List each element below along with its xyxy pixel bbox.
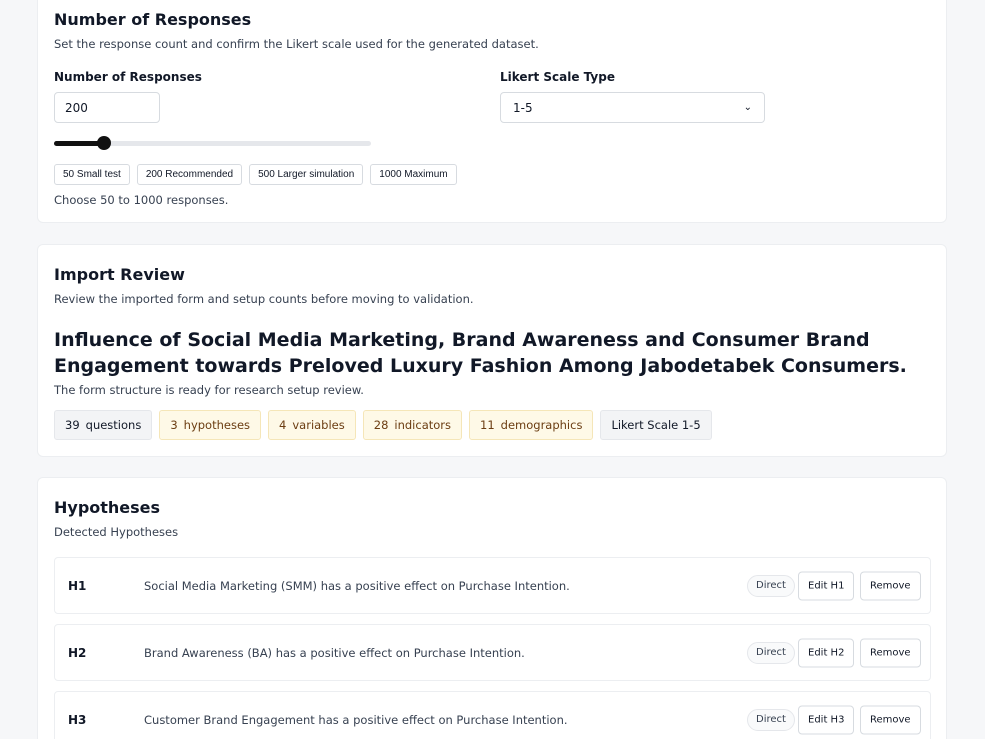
chip-demographics: 11 demographics [469, 410, 594, 440]
responses-card: Number of Responses Set the response cou… [37, 0, 947, 223]
hypothesis-text: Customer Brand Engagement has a positive… [144, 712, 568, 727]
hypothesis-type-badge: Direct [747, 641, 795, 664]
chip-label: questions [85, 418, 142, 432]
hypothesis-id: H3 [68, 712, 87, 727]
edit-h1-button[interactable]: Edit H1 [798, 571, 855, 600]
slider-thumb[interactable] [97, 136, 112, 150]
likert-scale-label: Likert Scale Type [500, 70, 615, 84]
response-count-label: Number of Responses [54, 70, 202, 84]
summary-chips: 39 questions 3 hypotheses 4 variables 28… [54, 410, 712, 440]
import-review-description: Review the imported form and setup count… [54, 292, 474, 306]
import-review-card: Import Review Review the imported form a… [37, 244, 947, 457]
edit-h3-button[interactable]: Edit H3 [798, 705, 855, 734]
chip-count: 39 [65, 418, 80, 432]
chip-label: Likert Scale 1-5 [611, 418, 701, 432]
chip-label: indicators [394, 418, 452, 432]
chip-label: variables [292, 418, 345, 432]
preset-button-200[interactable]: 200 Recommended [136, 164, 243, 185]
form-title: Influence of Social Media Marketing, Bra… [54, 329, 907, 377]
chip-label: demographics [500, 418, 583, 432]
chip-count: 3 [170, 418, 178, 432]
import-review-title: Import Review [54, 265, 185, 284]
chip-label: hypotheses [183, 418, 251, 432]
form-status: The form structure is ready for research… [54, 383, 364, 397]
hypothesis-id: H2 [68, 645, 87, 660]
hypothesis-id: H1 [68, 578, 87, 593]
preset-button-50[interactable]: 50 Small test [54, 164, 130, 185]
hypotheses-title: Hypotheses [54, 498, 161, 517]
chip-variables: 4 variables [268, 410, 356, 440]
remove-h1-button[interactable]: Remove [860, 571, 921, 600]
hypotheses-subtitle: Detected Hypotheses [54, 525, 179, 539]
chip-indicators: 28 indicators [362, 410, 463, 440]
hypothesis-row: H1 Social Media Marketing (SMM) has a po… [54, 557, 931, 614]
remove-h2-button[interactable]: Remove [860, 638, 921, 667]
responses-title: Number of Responses [54, 10, 252, 29]
response-count-slider[interactable] [54, 136, 371, 150]
chip-hypotheses: 3 hypotheses [159, 410, 262, 440]
response-range-hint: Choose 50 to 1000 responses. [54, 193, 229, 207]
response-count-input[interactable] [54, 92, 160, 123]
chip-count: 11 [480, 418, 495, 432]
hypothesis-text: Social Media Marketing (SMM) has a posit… [144, 578, 570, 593]
preset-button-500[interactable]: 500 Larger simulation [249, 164, 364, 185]
preset-button-1000[interactable]: 1000 Maximum [370, 164, 457, 185]
hypothesis-row: H2 Brand Awareness (BA) has a positive e… [54, 624, 931, 681]
hypotheses-card: Hypotheses Detected Hypotheses H1 Social… [37, 477, 947, 739]
hypothesis-type-badge: Direct [747, 574, 795, 597]
chip-questions: 39 questions [54, 410, 153, 440]
hypothesis-row: H3 Customer Brand Engagement has a posit… [54, 691, 931, 739]
chip-count: 4 [279, 418, 287, 432]
likert-scale-select[interactable]: 1-5 ⌄ [500, 92, 765, 123]
edit-h2-button[interactable]: Edit H2 [798, 638, 855, 667]
chevron-down-icon: ⌄ [743, 102, 752, 113]
responses-description: Set the response count and confirm the L… [54, 37, 539, 51]
likert-scale-value: 1-5 [513, 100, 533, 115]
chip-count: 28 [373, 418, 389, 432]
hypothesis-text: Brand Awareness (BA) has a positive effe… [144, 645, 525, 660]
chip-likert-scale: Likert Scale 1-5 [600, 410, 712, 440]
remove-h3-button[interactable]: Remove [860, 705, 921, 734]
preset-buttons: 50 Small test 200 Recommended 500 Larger… [54, 164, 457, 185]
hypothesis-type-badge: Direct [747, 708, 795, 731]
